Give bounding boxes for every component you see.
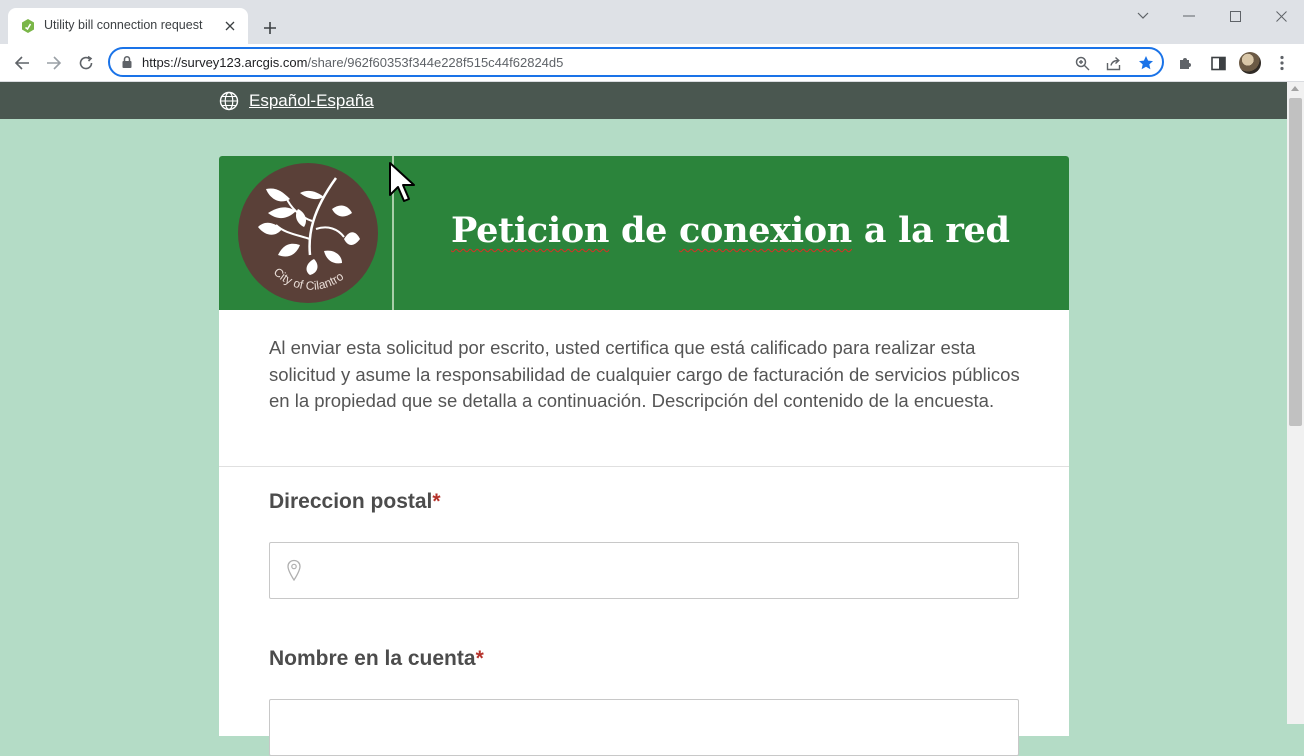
account-name-input[interactable]: [269, 699, 1019, 756]
postal-address-input[interactable]: [269, 542, 1019, 599]
browser-toolbar: https://survey123.arcgis.com/share/962f6…: [0, 44, 1304, 82]
account-name-label: Nombre en la cuenta*: [269, 647, 484, 670]
refresh-icon[interactable]: [74, 51, 98, 75]
location-pin-icon[interactable]: [286, 559, 302, 583]
address-bar[interactable]: https://survey123.arcgis.com/share/962f6…: [108, 47, 1164, 77]
forward-arrow-icon[interactable]: [42, 51, 66, 75]
postal-address-label: Direccion postal*: [269, 490, 441, 513]
chevron-down-icon[interactable]: [1131, 6, 1155, 26]
zoom-icon[interactable]: [1072, 53, 1092, 73]
survey123-favicon: [22, 19, 34, 33]
plus-icon[interactable]: [258, 16, 282, 40]
required-mark: *: [432, 490, 441, 513]
survey-description: Al enviar esta solicitud por escrito, us…: [269, 337, 1020, 411]
browser-tab[interactable]: Utility bill connection request: [8, 8, 248, 44]
tab-title: Utility bill connection request: [44, 18, 203, 32]
back-arrow-icon[interactable]: [10, 51, 34, 75]
minimize-icon[interactable]: [1177, 6, 1201, 26]
sidepanel-icon[interactable]: [1208, 53, 1228, 73]
survey-form: City of Cilantro Peticion de conexion a …: [219, 156, 1069, 756]
scroll-thumb[interactable]: [1289, 98, 1302, 426]
survey-header: City of Cilantro Peticion de conexion a …: [219, 156, 1069, 310]
page-scrollbar[interactable]: [1287, 82, 1304, 724]
star-icon[interactable]: [1136, 53, 1156, 73]
page-title: Peticion de conexion a la red: [451, 210, 1010, 251]
required-mark: *: [475, 647, 484, 670]
scroll-up-arrow-icon[interactable]: [1291, 86, 1299, 91]
mouse-cursor-icon: [389, 162, 415, 202]
language-link[interactable]: Español-España: [249, 91, 374, 111]
kebab-menu-icon[interactable]: [1272, 53, 1292, 73]
lock-icon[interactable]: [120, 55, 134, 69]
url-path: /share/962f60353f344e228f515c44f62824d5: [307, 55, 564, 70]
tab-strip: Utility bill connection request: [0, 0, 1304, 44]
language-bar: Español-España: [0, 82, 1287, 119]
cilantro-logo: City of Cilantro: [238, 163, 378, 303]
url-host: https://survey123.arcgis.com: [142, 55, 308, 70]
close-window-icon[interactable]: [1269, 6, 1293, 26]
share-icon[interactable]: [1104, 53, 1124, 73]
puzzle-icon[interactable]: [1176, 53, 1196, 73]
url-text[interactable]: https://survey123.arcgis.com/share/962f6…: [142, 55, 563, 70]
globe-icon: [219, 91, 239, 111]
section-divider: [219, 466, 1069, 467]
close-icon[interactable]: [222, 18, 238, 34]
maximize-icon[interactable]: [1223, 6, 1247, 26]
profile-avatar[interactable]: [1239, 52, 1261, 74]
